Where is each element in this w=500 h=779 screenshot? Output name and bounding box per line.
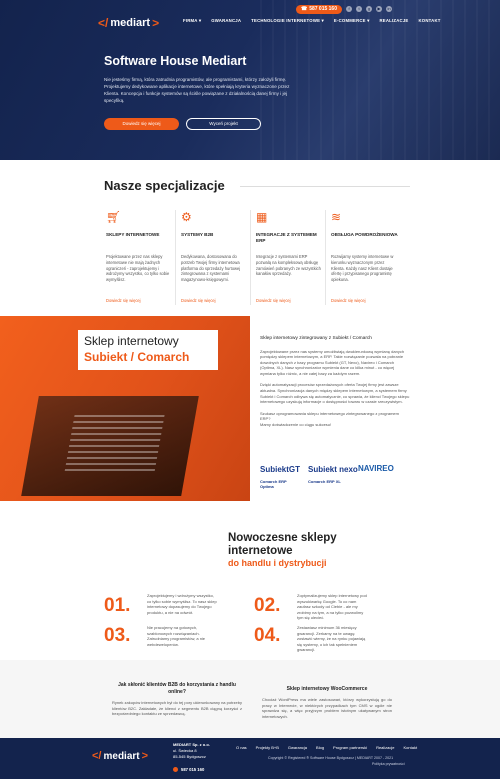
youtube-icon[interactable]: ▶ [376, 6, 382, 12]
footer-link-contact[interactable]: Kontakt [404, 745, 418, 750]
city: 85-545 Bydgoszcz [173, 754, 206, 759]
feature-text: Zoptymalizujemy sklep internetowy pod wy… [297, 593, 367, 621]
article-excerpt: Rynek zakupów internetowych był do tej p… [112, 700, 242, 717]
facebook-icon[interactable]: f [346, 6, 352, 12]
top-bar: ☎ 587 015 160 f t g ▶ in [295, 4, 392, 14]
footer-address: MEDIART Sp. z o.o. ul. Świecka 8 85-545 … [173, 742, 210, 760]
spec-link[interactable]: Dowiedz się więcej [256, 298, 291, 303]
spec-card-shops: 🛒︎ SKLEPY INTERNETOWE Projektowane przez… [100, 210, 170, 305]
subiekt-text: Sklep internetowy zintegrowany z Subiekt… [260, 336, 410, 428]
nav-item-ecommerce[interactable]: E-COMMERCE ▾ [334, 18, 370, 24]
phone-icon [173, 767, 178, 773]
modern-subtitle: do handlu i dystrybucji [228, 558, 327, 568]
feature-text: Zestawiasz minimum 36 miesięcy gwarancji… [297, 625, 366, 653]
spec-card-b2b: ⚙ SYSTEMY B2B Dedykowana, dostosowana do… [175, 210, 245, 305]
feature-text: Zaprojektujemy i wdrożymy wszystko, co t… [147, 593, 217, 615]
hero-title: Software House Mediart [104, 54, 247, 68]
spec-name: OBSŁUGA POWDROŻENIOWA [331, 232, 398, 237]
subiekt-title: Sklep internetowy [84, 334, 179, 348]
article-excerpt: Chociaż WordPress ma wiele zastosowań, k… [262, 697, 392, 719]
hero-text: Nie jesteśmy firmą, która zatrudnia prog… [104, 77, 290, 103]
google-icon[interactable]: g [366, 6, 372, 12]
article-title[interactable]: Jak skłonić klientów B2B do korzystania … [112, 682, 242, 695]
subiekt-paragraph: Mamy doświadczenie co ciągu sukcesu! [260, 422, 332, 428]
nav-item-technologie[interactable]: TECHNOLOGIE INTERNETOWE ▾ [251, 18, 324, 24]
spec-link[interactable]: Dowiedz się więcej [106, 298, 141, 303]
footer-link-about[interactable]: O nas [236, 745, 247, 750]
flood-icon: ≋ [331, 210, 342, 224]
feature-number: 03. [104, 625, 131, 646]
main-nav: FIRMA ▾ GWARANCJA TECHNOLOGIE INTERNETOW… [183, 18, 441, 24]
twitter-icon[interactable]: t [356, 6, 362, 12]
spec-desc: Dedykowana, dostosowana do potrzeb Twoje… [181, 254, 241, 283]
code-bracket-close-icon: > [152, 16, 160, 30]
integration-icon: ▦ [256, 210, 268, 224]
page: ☎ 587 015 160 f t g ▶ in </ mediart > FI… [0, 0, 500, 779]
spec-card-erp: ▦ INTEGRACJE Z SYSTEMEM ERP Integracje z… [250, 210, 321, 305]
spec-desc: Integracje z systemami ERP pozwalą na ko… [256, 254, 321, 277]
subiekt-gt-logo: SubiektGT [260, 465, 301, 474]
phone-icon: ☎ [300, 6, 308, 12]
quote-button[interactable]: Wyceń projekt [186, 118, 261, 130]
feature-number: 02. [254, 595, 281, 616]
feature-number: 04. [254, 625, 281, 646]
subiekt-heading: Sklep internetowy zintegrowany z Subiekt… [260, 336, 372, 341]
subiekt-nexo-logo: Subiekt nexo [308, 465, 358, 474]
code-bracket-icon: </ [98, 16, 109, 30]
learn-more-button[interactable]: Dowiedz się więcej [104, 118, 179, 130]
comarch-xl-logo: Comarch ERP XL [308, 479, 341, 484]
phone-pill[interactable]: ☎ 587 015 160 [295, 4, 342, 14]
nav-item-gwarancja[interactable]: GWARANCJA [211, 18, 241, 24]
footer-nav: O nas Projekty B+B Gwarancja Blog Progra… [236, 745, 417, 750]
article-title[interactable]: Sklep internetowy WooCommerce [262, 686, 392, 693]
specs-grid: 🛒︎ SKLEPY INTERNETOWE Projektowane przez… [100, 210, 410, 305]
specs-divider [240, 186, 410, 187]
code-bracket-icon: </ [92, 750, 102, 762]
hero-section: ☎ 587 015 160 f t g ▶ in </ mediart > FI… [0, 0, 500, 160]
comarch-optima-logo: Comarch ERP Optima [260, 479, 287, 489]
nav-item-firma[interactable]: FIRMA ▾ [183, 18, 201, 24]
spec-card-support: ≋ OBSŁUGA POWDROŻENIOWA Rozwijamy system… [325, 210, 398, 305]
spec-desc: Projektowane przez nas sklepy internetow… [106, 254, 170, 283]
modern-title: Nowoczesne sklepy internetowe [228, 532, 337, 557]
spec-link[interactable]: Dowiedz się więcej [331, 298, 366, 303]
feature-text: Nie pracujemy na gotowych, szablonowych … [147, 625, 206, 647]
laptop-screen [64, 411, 166, 471]
subiekt-subtitle: Subiekt / Comarch [84, 350, 190, 364]
nav-item-kontakt[interactable]: KONTAKT [418, 18, 440, 24]
articles-section [0, 660, 500, 740]
copyright: Copyright © Registered ® Software House … [268, 756, 394, 760]
footer-link-blog[interactable]: Blog [316, 745, 324, 750]
phone-number: 587 015 160 [309, 6, 337, 12]
spec-desc: Rozwijamy systemy internetowe w kierunku… [331, 254, 394, 283]
logo[interactable]: </ mediart > [98, 16, 159, 30]
cart-icon: 🛒︎ [106, 210, 122, 224]
subiekt-title-box: Sklep internetowy Subiekt / Comarch [78, 330, 218, 370]
footer-logo-text: mediart [103, 750, 140, 762]
logo-text: mediart [110, 17, 151, 29]
specs-title: Nasze specjalizacje [104, 178, 225, 193]
footer-phone-number: 587 015 160 [181, 767, 205, 772]
code-bracket-close-icon: > [141, 750, 149, 762]
spec-name: SKLEPY INTERNETOWE [106, 232, 160, 237]
subiekt-paragraph: Zaprojektowane przez nas systemy umożliw… [260, 348, 405, 376]
footer-link-realizations[interactable]: Realizacje [376, 745, 394, 750]
footer-link-partner[interactable]: Program partnerski [333, 745, 367, 750]
subiekt-paragraph: Szukasz oprogramowania sklepu internetow… [260, 410, 399, 422]
footer-logo[interactable]: </ mediart > [92, 750, 148, 762]
footer-link-projects[interactable]: Projekty B+B [256, 745, 279, 750]
spec-name: INTEGRACJE Z SYSTEMEM ERP [256, 232, 317, 243]
subiekt-paragraph: Dzięki automatyzacji procesów sprzedażow… [260, 382, 410, 405]
privacy-link[interactable]: Polityka prywatności [372, 762, 405, 766]
feature-number: 01. [104, 595, 131, 616]
b2b-icon: ⚙ [181, 210, 192, 224]
spec-name: SYSTEMY B2B [181, 232, 214, 237]
linkedin-icon[interactable]: in [386, 6, 392, 12]
navireo-logo: NAVIREO [358, 464, 394, 473]
footer-link-warranty[interactable]: Gwarancja [288, 745, 307, 750]
footer-phone[interactable]: 587 015 160 [173, 767, 205, 773]
spec-link[interactable]: Dowiedz się więcej [181, 298, 216, 303]
nav-item-realizacje[interactable]: REALIZACJE [380, 18, 409, 24]
